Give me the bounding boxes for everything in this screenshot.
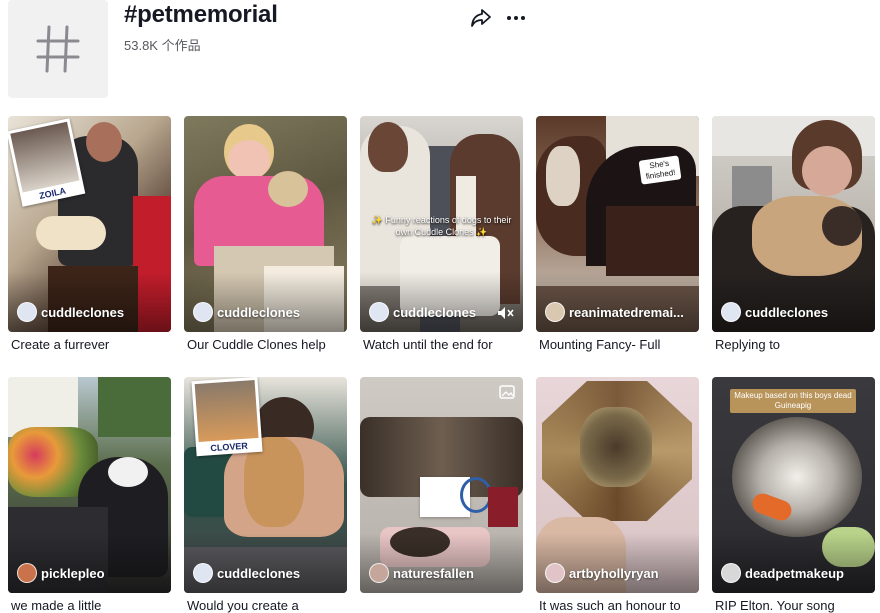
author-avatar bbox=[721, 563, 741, 583]
video-card[interactable]: ZOILA cuddleclones Create a furrever bbox=[8, 116, 171, 352]
author-name: cuddleclones bbox=[745, 304, 829, 320]
video-thumbnail[interactable]: artbyhollyryan bbox=[536, 377, 699, 593]
video-author[interactable]: cuddleclones bbox=[17, 302, 124, 322]
video-author[interactable]: cuddleclones bbox=[193, 302, 300, 322]
author-name: cuddleclones bbox=[393, 304, 477, 320]
video-author[interactable]: cuddleclones bbox=[369, 302, 476, 322]
more-options-button[interactable] bbox=[505, 8, 529, 28]
video-thumbnail[interactable]: CLOVER cuddleclones bbox=[184, 377, 347, 593]
hashtag-icon-tile bbox=[8, 0, 108, 98]
video-thumbnail[interactable]: cuddleclones bbox=[712, 116, 875, 332]
photo-post-indicator bbox=[499, 385, 515, 399]
video-card[interactable]: CLOVER cuddleclones Would you create a bbox=[184, 377, 347, 613]
video-caption[interactable]: It was such an honour to bbox=[539, 598, 699, 613]
video-caption[interactable]: we made a little bbox=[11, 598, 171, 613]
video-card[interactable]: cuddleclones Our Cuddle Clones help bbox=[184, 116, 347, 352]
mute-button[interactable] bbox=[497, 306, 515, 320]
video-caption[interactable]: Our Cuddle Clones help bbox=[187, 337, 347, 352]
hashtag-icon bbox=[36, 25, 80, 73]
polaroid-photo: CLOVER bbox=[191, 377, 263, 457]
share-button[interactable] bbox=[470, 8, 494, 28]
page-title: #petmemorial bbox=[124, 1, 278, 28]
video-count: 53.8K 个作品 bbox=[124, 38, 201, 53]
video-caption[interactable]: Watch until the end for bbox=[363, 337, 523, 352]
more-icon bbox=[507, 16, 525, 20]
author-avatar bbox=[369, 563, 389, 583]
video-author[interactable]: deadpetmakeup bbox=[721, 563, 844, 583]
video-thumbnail[interactable]: ✨ Funny reactions of dogs to their own C… bbox=[360, 116, 523, 332]
caption-badge: Makeup based on this boys dead Guineapig bbox=[730, 389, 856, 413]
author-avatar bbox=[17, 563, 37, 583]
author-name: cuddleclones bbox=[41, 304, 125, 320]
hashtag-header: #petmemorial 53.8K 个作品 bbox=[0, 0, 880, 110]
author-avatar bbox=[193, 302, 213, 322]
author-name: cuddleclones bbox=[217, 304, 301, 320]
polaroid-label: CLOVER bbox=[210, 440, 249, 454]
video-author[interactable]: naturesfallen bbox=[369, 563, 474, 583]
video-card[interactable]: picklepleo we made a little bbox=[8, 377, 171, 613]
photo-icon bbox=[499, 385, 515, 399]
author-avatar bbox=[193, 563, 213, 583]
video-card[interactable]: She's finished! reanimatedremai... Mount… bbox=[536, 116, 699, 352]
video-caption[interactable]: Replying to bbox=[715, 337, 875, 352]
video-card[interactable]: cuddleclones Replying to bbox=[712, 116, 875, 352]
author-avatar bbox=[369, 302, 389, 322]
author-avatar bbox=[545, 563, 565, 583]
video-caption[interactable]: Create a furrever bbox=[11, 337, 171, 352]
video-thumbnail[interactable]: Makeup based on this boys dead Guineapig… bbox=[712, 377, 875, 593]
author-avatar bbox=[545, 302, 565, 322]
author-name: cuddleclones bbox=[217, 565, 301, 581]
video-author[interactable]: cuddleclones bbox=[193, 563, 300, 583]
video-caption[interactable]: Mounting Fancy- Full bbox=[539, 337, 699, 352]
video-card[interactable]: artbyhollyryan It was such an honour to bbox=[536, 377, 699, 613]
video-overlay-text: ✨ Funny reactions of dogs to their own C… bbox=[371, 215, 512, 237]
mute-icon bbox=[498, 307, 514, 319]
video-card[interactable]: ✨ Funny reactions of dogs to their own C… bbox=[360, 116, 523, 352]
share-icon bbox=[471, 9, 491, 27]
video-card[interactable]: naturesfallen bbox=[360, 377, 523, 593]
video-thumbnail[interactable]: cuddleclones bbox=[184, 116, 347, 332]
video-author[interactable]: artbyhollyryan bbox=[545, 563, 659, 583]
author-name: naturesfallen bbox=[393, 565, 474, 581]
video-author[interactable]: reanimatedremai... bbox=[545, 302, 684, 322]
author-name: deadpetmakeup bbox=[745, 565, 844, 581]
author-name: artbyhollyryan bbox=[569, 565, 659, 581]
video-thumbnail[interactable]: naturesfallen bbox=[360, 377, 523, 593]
video-caption[interactable]: Would you create a bbox=[187, 598, 347, 613]
video-thumbnail[interactable]: ZOILA cuddleclones bbox=[8, 116, 171, 332]
author-avatar bbox=[17, 302, 37, 322]
video-thumbnail[interactable]: picklepleo bbox=[8, 377, 171, 593]
video-card[interactable]: Makeup based on this boys dead Guineapig… bbox=[712, 377, 875, 613]
video-author[interactable]: picklepleo bbox=[17, 563, 105, 583]
video-author[interactable]: cuddleclones bbox=[721, 302, 828, 322]
polaroid-photo: ZOILA bbox=[8, 118, 86, 207]
video-thumbnail[interactable]: She's finished! reanimatedremai... bbox=[536, 116, 699, 332]
video-caption[interactable]: RIP Elton. Your song bbox=[715, 598, 875, 613]
author-name: picklepleo bbox=[41, 565, 105, 581]
author-name: reanimatedremai... bbox=[569, 304, 684, 320]
author-avatar bbox=[721, 302, 741, 322]
